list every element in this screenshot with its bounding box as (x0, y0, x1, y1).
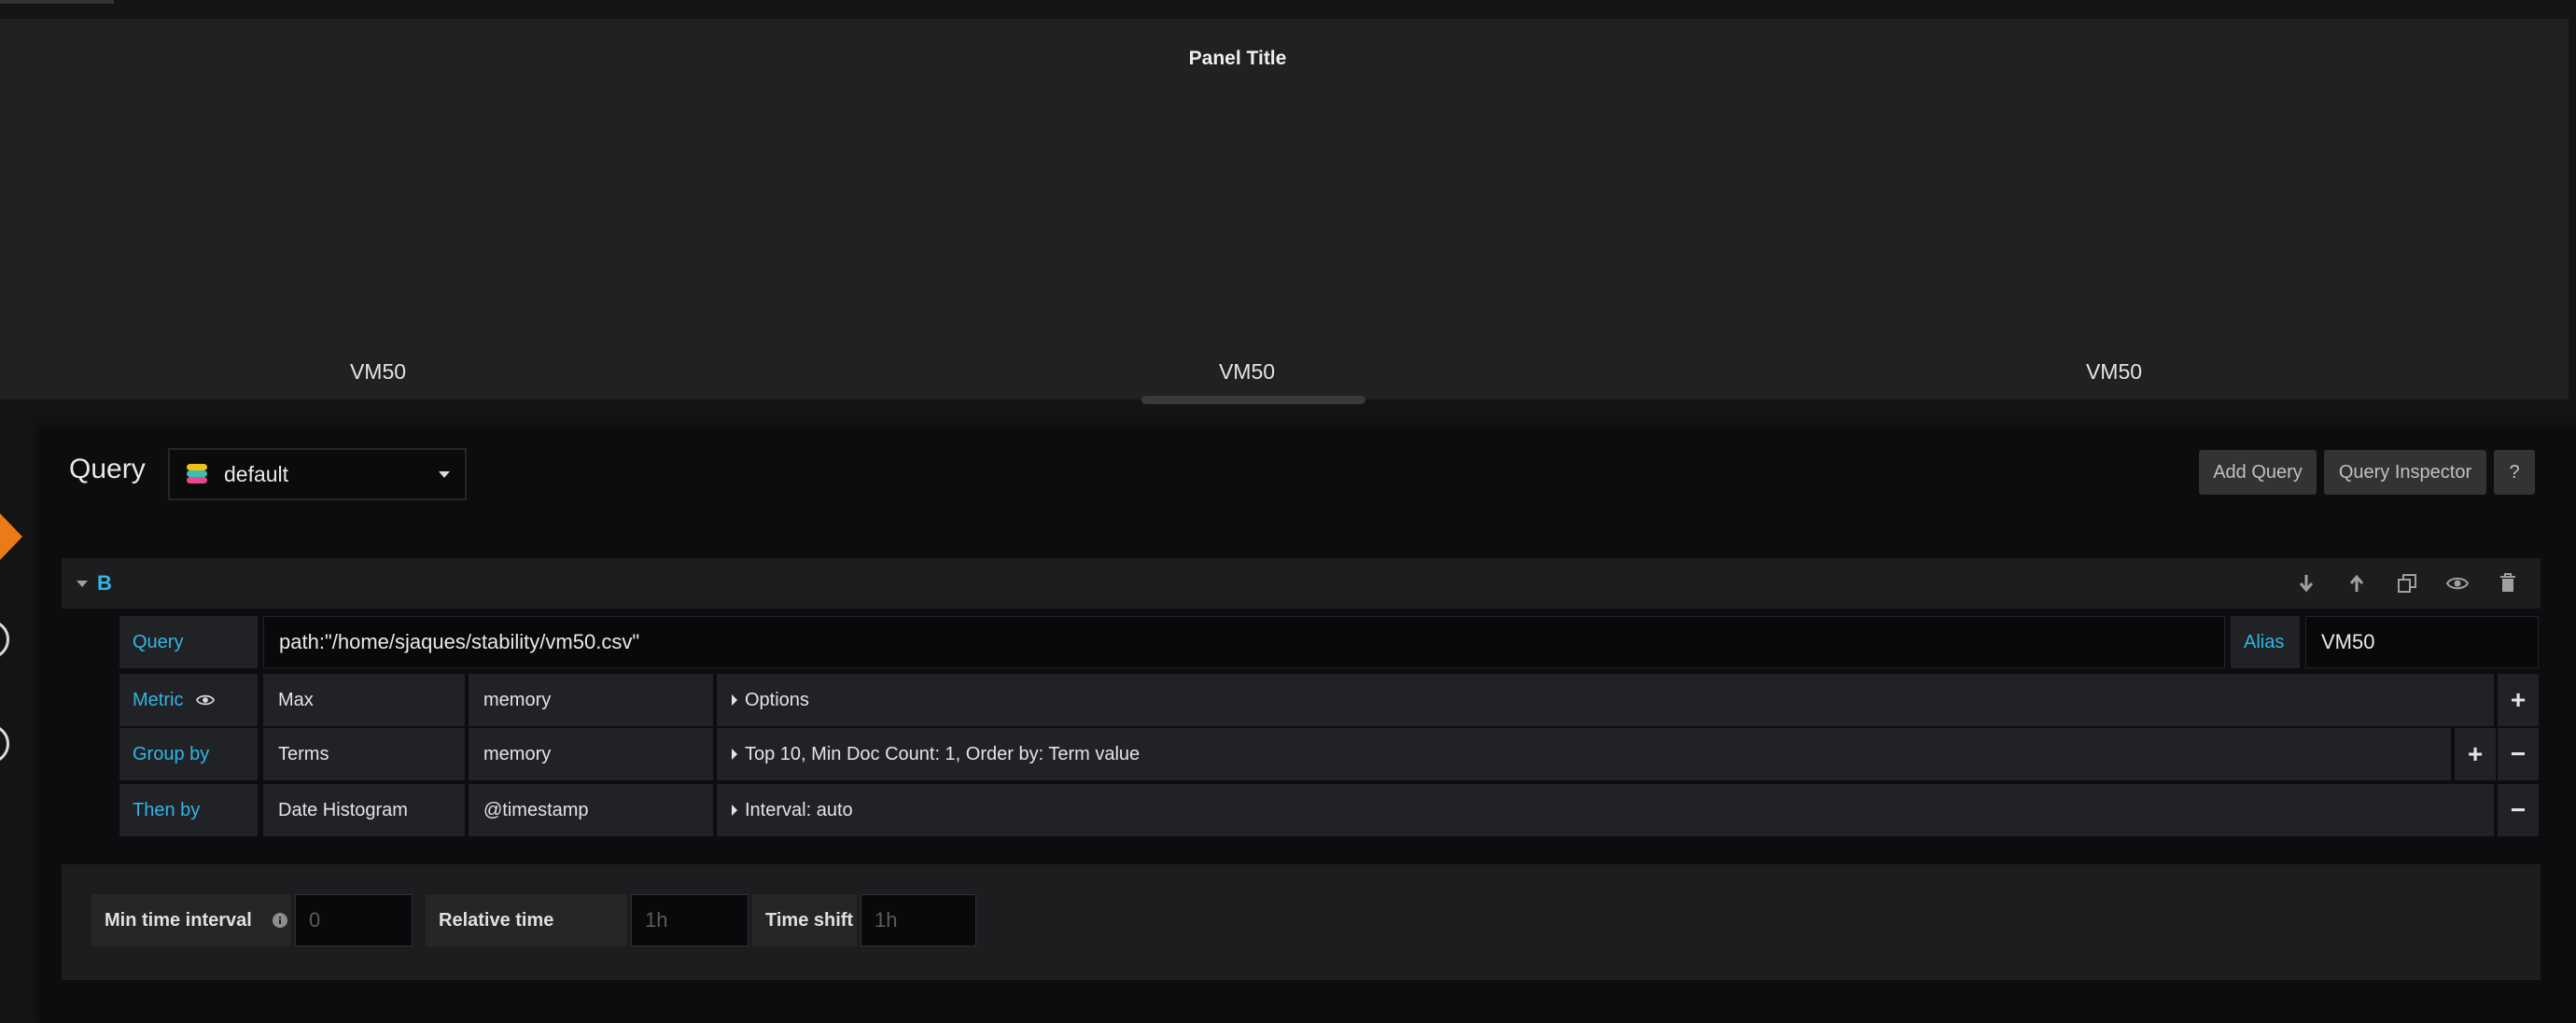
alias-input[interactable]: VM50 (2305, 616, 2539, 668)
caret-right-icon (732, 805, 737, 816)
time-shift-group: Time shift 1h (752, 894, 1038, 946)
app-root: Panel Title VM50 VM50 VM50 Query default… (0, 0, 2576, 1023)
remove-group-by-button[interactable]: − (2498, 728, 2539, 780)
then-by-agg-select[interactable]: Date Histogram (263, 784, 465, 836)
trash-icon[interactable] (2483, 558, 2533, 609)
query-row-actions (2281, 558, 2533, 609)
then-by-line: Then by Date Histogram @timestamp Interv… (119, 784, 2541, 836)
query-input[interactable]: path:"/home/sjaques/stability/vm50.csv" (263, 616, 2225, 668)
metric-options-label: Options (745, 689, 809, 710)
sidebar-circle-icon[interactable] (0, 724, 9, 764)
metric-options-toggle[interactable]: Options (717, 674, 2494, 726)
top-tab-indicator (0, 0, 114, 4)
active-sidebar-arrow-icon[interactable] (0, 513, 22, 560)
duplicate-icon[interactable] (2382, 558, 2432, 609)
info-icon[interactable] (272, 913, 287, 928)
datasource-picker[interactable]: default (168, 448, 467, 500)
sidebar-circle-icon[interactable] (0, 620, 9, 659)
then-by-options-label: Interval: auto (745, 799, 853, 820)
panel-label: VM50 (2085, 359, 2143, 384)
group-by-field-select[interactable]: memory (469, 728, 713, 780)
query-inspector-button[interactable]: Query Inspector (2324, 450, 2486, 495)
query-ref-id[interactable]: B (97, 571, 112, 596)
move-up-icon[interactable] (2331, 558, 2382, 609)
move-down-icon[interactable] (2281, 558, 2331, 609)
add-query-button[interactable]: Add Query (2199, 450, 2317, 495)
panel-title[interactable]: Panel Title (0, 26, 2475, 91)
time-shift-input[interactable]: 1h (861, 894, 976, 946)
datasource-name: default (224, 461, 289, 486)
group-by-agg-select[interactable]: Terms (263, 728, 465, 780)
elasticsearch-logo-icon (187, 464, 207, 484)
caret-right-icon (732, 749, 737, 760)
metric-agg-select[interactable]: Max (263, 674, 465, 726)
group-by-line: Group by Terms memory Top 10, Min Doc Co… (119, 728, 2541, 780)
relative-time-input[interactable]: 1h (631, 894, 749, 946)
query-row-header: B (62, 558, 2541, 609)
then-by-field-select[interactable]: @timestamp (469, 784, 713, 836)
add-group-by-button[interactable]: + (2455, 728, 2496, 780)
metric-line: Metric Max memory Options + (119, 674, 2541, 726)
remove-then-by-button[interactable]: − (2498, 784, 2539, 836)
group-by-label: Group by (119, 728, 258, 780)
group-by-options-label: Top 10, Min Doc Count: 1, Order by: Term… (745, 743, 1141, 764)
eye-icon[interactable] (196, 694, 216, 707)
min-interval-label-cell: Min time interval (91, 894, 291, 946)
metric-label-cell: Metric (119, 674, 258, 726)
eye-icon[interactable] (2432, 558, 2483, 609)
panel-label: VM50 (349, 359, 407, 384)
panel-label: VM50 (1218, 359, 1276, 384)
min-interval-label: Min time interval (105, 909, 252, 931)
metric-field-select[interactable]: memory (469, 674, 713, 726)
relative-time-group: Relative time 1h (426, 894, 749, 946)
panel-resize-handle[interactable] (1141, 396, 1365, 404)
then-by-label: Then by (119, 784, 258, 836)
relative-time-label: Relative time (426, 894, 627, 946)
query-editor: Query default Add Query Query Inspector … (39, 429, 2576, 1023)
then-by-options-toggle[interactable]: Interval: auto (717, 784, 2494, 836)
query-heading: Query (69, 454, 146, 484)
panel-labels: VM50 VM50 VM50 (0, 353, 2569, 390)
query-line: Query path:"/home/sjaques/stability/vm50… (119, 616, 2541, 668)
metric-label: Metric (133, 689, 184, 710)
panel-preview: Panel Title VM50 VM50 VM50 (0, 19, 2569, 399)
query-options: Min time interval 0 Relative time 1h Tim… (62, 864, 2541, 980)
min-interval-group: Min time interval 0 (91, 894, 416, 946)
min-interval-input[interactable]: 0 (295, 894, 413, 946)
chevron-down-icon (439, 470, 450, 478)
query-label: Query (119, 616, 258, 668)
help-button[interactable]: ? (2494, 450, 2535, 495)
caret-right-icon (732, 694, 737, 706)
alias-label: Alias (2231, 616, 2300, 668)
collapse-caret-icon[interactable] (77, 580, 88, 587)
group-by-options-toggle[interactable]: Top 10, Min Doc Count: 1, Order by: Term… (717, 728, 2451, 780)
time-shift-label: Time shift (752, 894, 857, 946)
add-metric-button[interactable]: + (2498, 674, 2539, 726)
